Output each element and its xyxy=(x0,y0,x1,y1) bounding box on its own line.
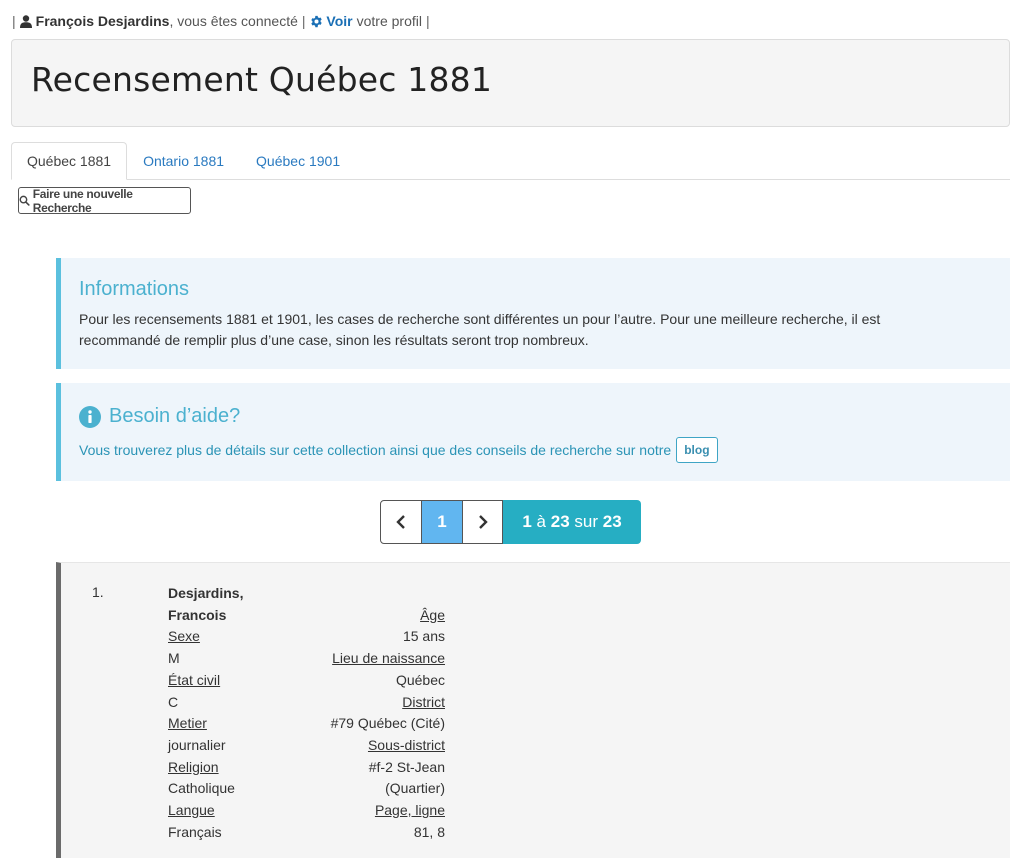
user-bar: | François Desjardins, vous êtes connect… xyxy=(12,11,430,31)
record-left-column: Desjardins, Francois Sexe M État civil C… xyxy=(168,583,308,843)
user-icon xyxy=(19,14,32,28)
language-value: Français xyxy=(168,823,222,840)
birthplace-value: Québec xyxy=(395,671,445,688)
result-record: 1. Desjardins, Francois Sexe M État civi… xyxy=(56,562,1010,858)
total-word: sur xyxy=(574,512,599,531)
separator: | xyxy=(301,13,306,29)
birthplace-label: Lieu de naissance xyxy=(332,650,445,667)
language-label: Langue xyxy=(168,802,215,819)
record-name-last: Desjardins, xyxy=(168,585,244,601)
record-number: 1. xyxy=(92,584,104,600)
result-count: 1 à 23 sur 23 xyxy=(503,500,641,544)
user-name: François Desjardins xyxy=(35,13,170,29)
help-text: Vous trouverez plus de détails sur cette… xyxy=(79,441,672,458)
subdistrict-value: #f-2 St-Jean xyxy=(368,758,445,775)
religion-label: Religion xyxy=(168,758,219,775)
view-link-label: Voir xyxy=(326,13,353,29)
info-callout: Informations Pour les recensements 1881 … xyxy=(56,258,1010,369)
subdistrict-label: Sous-district xyxy=(367,736,445,753)
range-word: à xyxy=(536,512,546,531)
chevron-left-icon xyxy=(396,515,405,529)
view-profile-link[interactable]: Voir xyxy=(310,13,353,29)
connected-text: , vous êtes connecté xyxy=(169,13,298,29)
pagination: 1 1 à 23 sur 23 xyxy=(380,500,641,544)
info-circle-icon xyxy=(79,405,101,428)
tab-ontario-1881[interactable]: Ontario 1881 xyxy=(127,142,240,180)
separator: | xyxy=(425,13,430,29)
help-callout: Besoin d’aide? Vous trouverez plus de dé… xyxy=(56,383,1010,481)
religion-value: Catholique xyxy=(168,780,235,797)
range-start: 1 xyxy=(522,512,532,531)
occupation-value: journalier xyxy=(168,736,226,753)
gear-icon xyxy=(310,15,322,28)
info-text: Pour les recensements 1881 et 1901, les … xyxy=(79,311,881,348)
help-text-row: Vous trouverez plus de détails sur cette… xyxy=(79,437,950,463)
chevron-right-icon xyxy=(478,515,488,529)
sex-value: M xyxy=(168,650,180,667)
current-page-button[interactable]: 1 xyxy=(422,500,462,544)
separator: | xyxy=(12,13,16,29)
page-line-label: Page, ligne xyxy=(374,802,445,819)
record-right-column: Âge 15 ans Lieu de naissance Québec Dist… xyxy=(301,583,445,843)
page-line-value: 81, 8 xyxy=(413,823,445,840)
new-search-button[interactable]: Faire une nouvelle Recherche xyxy=(18,186,191,215)
info-title: Informations xyxy=(79,278,190,300)
sex-label: Sexe xyxy=(168,628,200,645)
new-search-label: Faire une nouvelle Recherche xyxy=(32,186,133,215)
previous-page-button[interactable] xyxy=(380,500,422,544)
civil-status-label: État civil xyxy=(168,671,221,688)
census-tabs: Québec 1881 Ontario 1881 Québec 1901 xyxy=(11,142,1010,180)
page-header: Recensement Québec 1881 xyxy=(11,39,1010,127)
age-label: Âge xyxy=(420,606,445,623)
subdistrict-value-extra: (Quartier) xyxy=(385,780,445,797)
tab-quebec-1881[interactable]: Québec 1881 xyxy=(11,142,128,180)
record-name-first: Francois xyxy=(168,606,227,623)
tab-quebec-1901[interactable]: Québec 1901 xyxy=(240,142,356,180)
range-end: 23 xyxy=(550,512,570,531)
blog-button[interactable]: blog xyxy=(676,437,718,463)
civil-status-value: C xyxy=(168,693,179,710)
search-icon xyxy=(19,195,30,206)
district-value: #79 Québec (Cité) xyxy=(330,715,445,732)
help-title: Besoin d’aide? xyxy=(109,405,241,427)
page-title: Recensement Québec 1881 xyxy=(31,60,493,99)
age-value: 15 ans xyxy=(402,628,445,645)
occupation-label: Metier xyxy=(168,715,207,732)
profile-text: votre profil xyxy=(356,13,422,29)
total-count: 23 xyxy=(602,512,622,531)
help-heading: Besoin d’aide? xyxy=(79,405,240,428)
district-label: District xyxy=(402,693,445,710)
next-page-button[interactable] xyxy=(462,500,503,544)
